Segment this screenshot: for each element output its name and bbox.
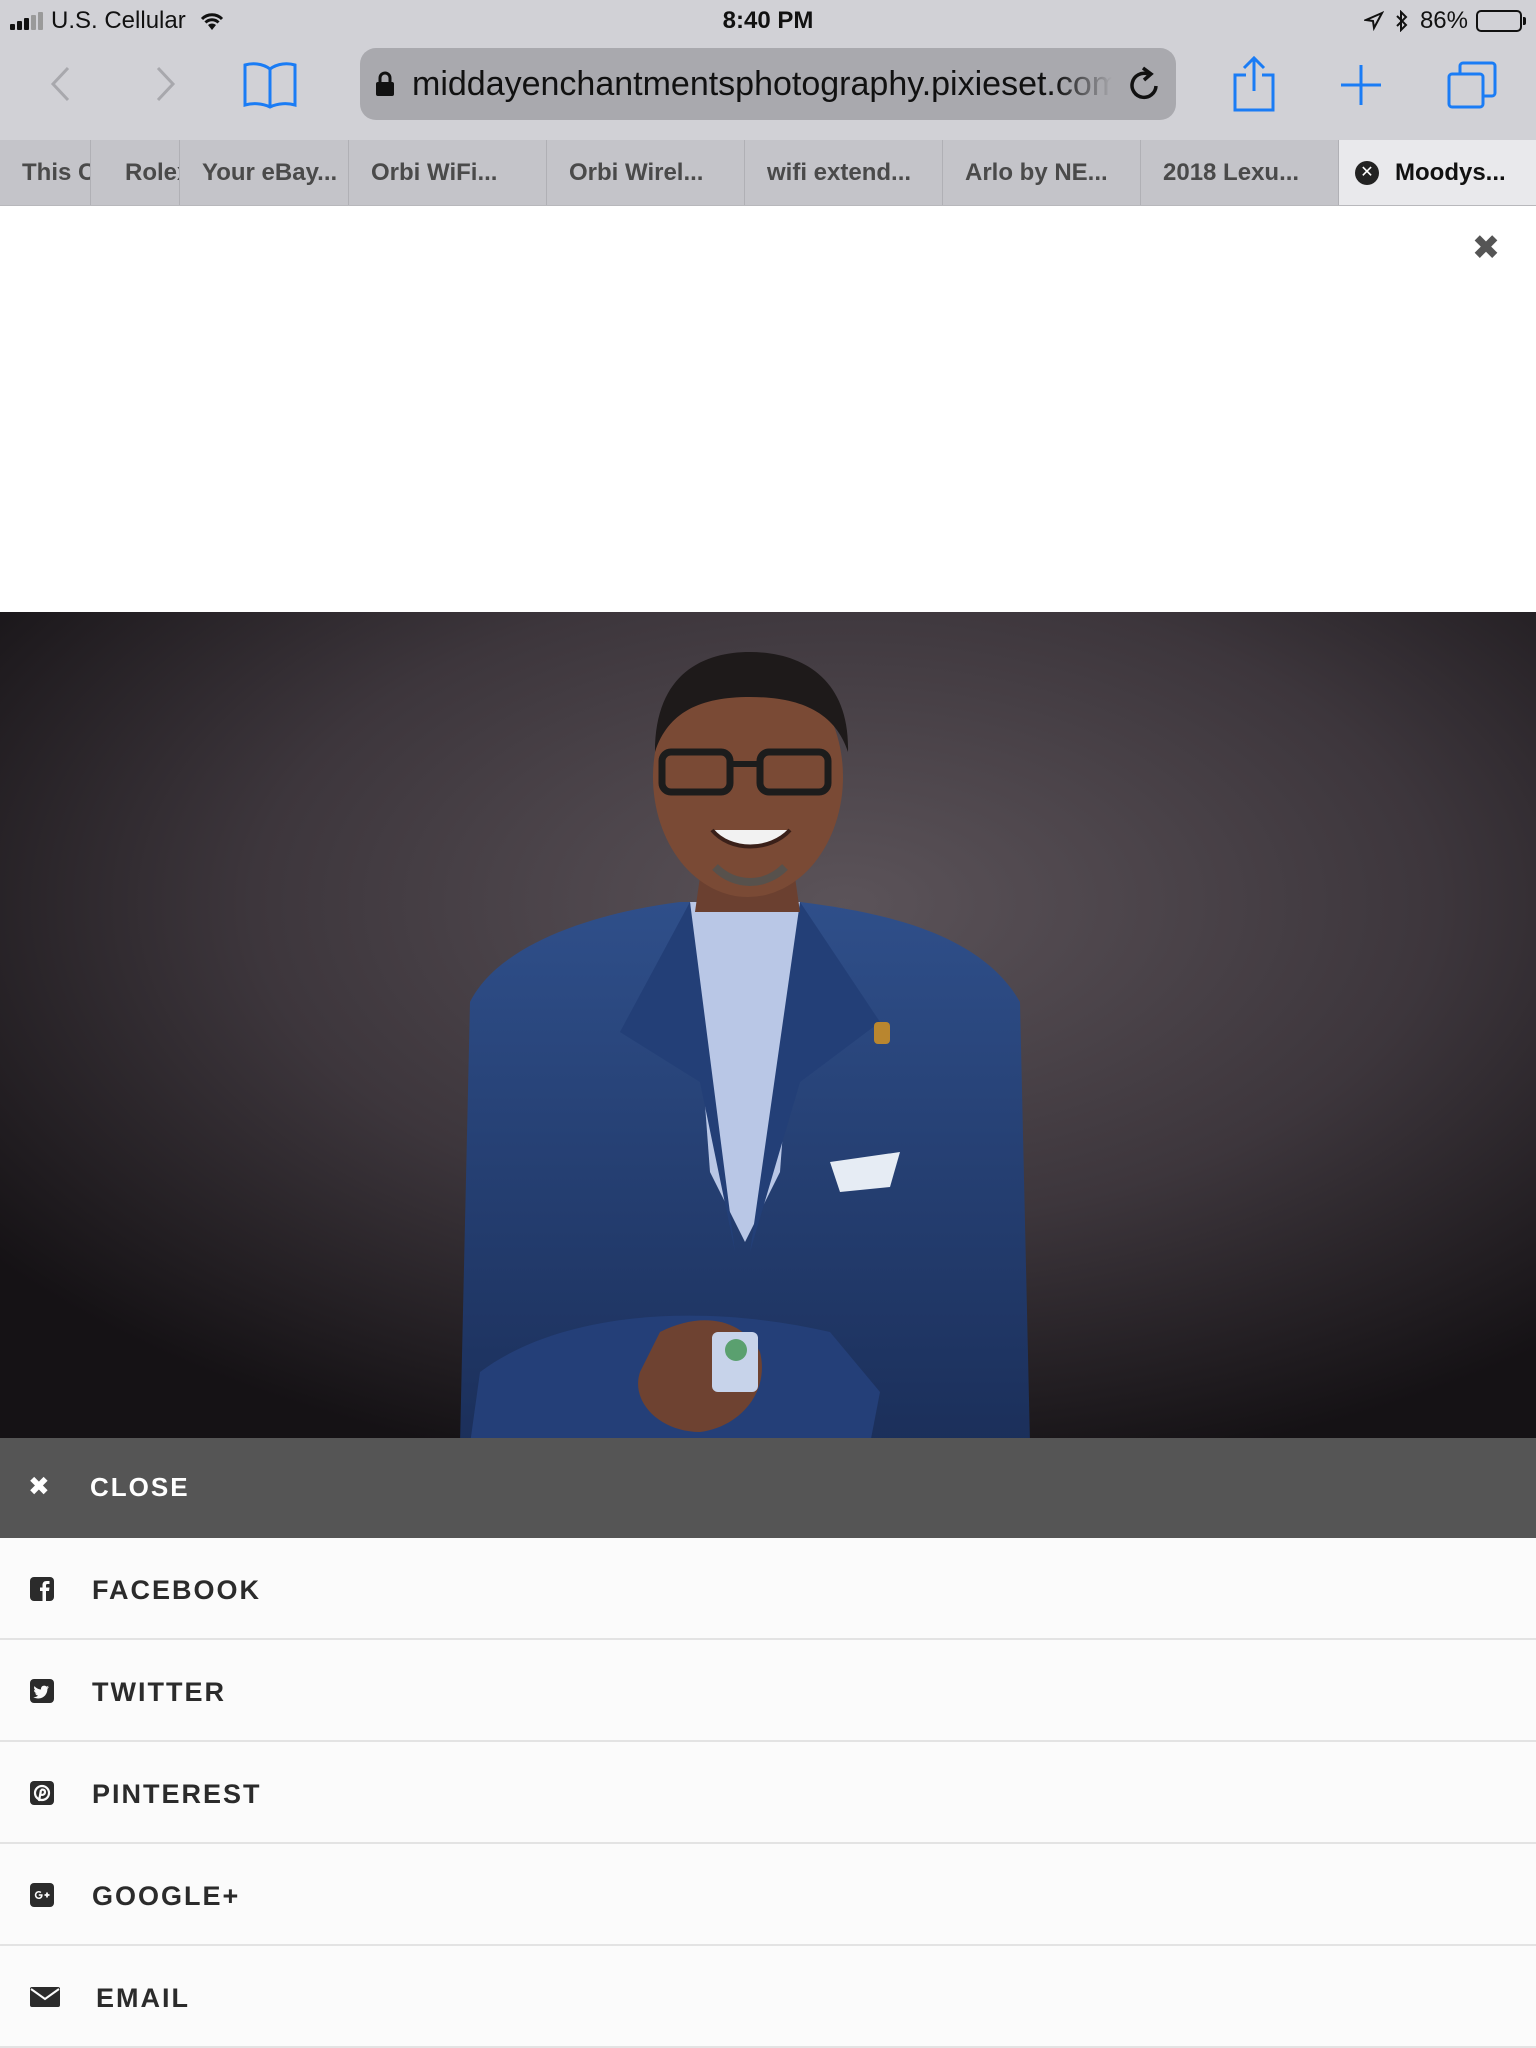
- book-icon: [243, 62, 297, 109]
- tab-item[interactable]: wifi extend...: [745, 140, 943, 205]
- tab-item-active[interactable]: ✕ Moodys...: [1339, 140, 1536, 205]
- tab-item[interactable]: Orbi WiFi...: [349, 140, 547, 205]
- tab-item[interactable]: Orbi Wirel...: [547, 140, 745, 205]
- location-arrow-icon: [1363, 11, 1384, 31]
- bookmarks-button[interactable]: [238, 58, 302, 112]
- share-pinterest-button[interactable]: PINTEREST: [0, 1742, 1536, 1844]
- google-plus-icon: [30, 1883, 54, 1907]
- browser-chrome: U.S. Cellular 8:40 PM 86% middayenchantm…: [0, 0, 1536, 205]
- battery-percent: 86%: [1419, 7, 1468, 34]
- chevron-left-icon: [50, 66, 70, 102]
- gallery-photo[interactable]: [0, 612, 1536, 1444]
- lightbox-page: ✖ ✖ CLOSE FACEBOOK TWITTER PINTEREST GOO…: [0, 206, 1536, 2048]
- status-bar: U.S. Cellular 8:40 PM 86%: [0, 0, 1536, 40]
- tab-item[interactable]: Rolex: [91, 140, 180, 205]
- share-facebook-button[interactable]: FACEBOOK: [0, 1538, 1536, 1640]
- share-close-button[interactable]: ✖ CLOSE: [0, 1438, 1536, 1538]
- lightbox-close-icon[interactable]: ✖: [1470, 231, 1502, 265]
- clock: 8:40 PM: [722, 7, 814, 34]
- close-tab-icon[interactable]: ✕: [1355, 161, 1379, 185]
- share-email-button[interactable]: EMAIL: [0, 1946, 1536, 2048]
- battery-icon: [1476, 10, 1526, 32]
- status-right: 86%: [1363, 7, 1526, 35]
- plus-icon: [1341, 65, 1381, 105]
- share-icon: [1233, 55, 1275, 112]
- twitter-icon: [30, 1679, 54, 1703]
- share-panel: ✖ CLOSE FACEBOOK TWITTER PINTEREST GOOGL…: [0, 1438, 1536, 2048]
- portrait-illustration: [0, 612, 1536, 1444]
- email-icon: [30, 1987, 60, 2007]
- tabs-overview-button[interactable]: [1444, 58, 1500, 112]
- share-button[interactable]: [1228, 52, 1280, 116]
- reload-icon[interactable]: [1126, 64, 1162, 104]
- lock-icon: [376, 71, 394, 96]
- share-item-label: EMAIL: [96, 1983, 190, 2013]
- back-button[interactable]: [40, 62, 80, 106]
- share-google-plus-button[interactable]: GOOGLE+: [0, 1844, 1536, 1946]
- tab-item[interactable]: This C: [0, 140, 91, 205]
- chevron-right-icon: [156, 66, 176, 102]
- tab-bar: This C Rolex Your eBay... Orbi WiFi... O…: [0, 140, 1536, 205]
- new-tab-button[interactable]: [1336, 60, 1386, 110]
- facebook-icon: [30, 1577, 54, 1601]
- tab-item[interactable]: Your eBay...: [180, 140, 349, 205]
- share-item-label: FACEBOOK: [92, 1575, 262, 1605]
- bluetooth-icon: [1396, 10, 1408, 32]
- browser-toolbar: middayenchantmentsphotography.pixieset.c…: [0, 40, 1536, 140]
- tab-item[interactable]: Arlo by NE...: [943, 140, 1141, 205]
- share-item-label: TWITTER: [92, 1677, 226, 1707]
- close-icon: ✖: [28, 1471, 50, 1501]
- tabs-icon: [1447, 61, 1497, 109]
- share-item-label: GOOGLE+: [92, 1881, 241, 1911]
- share-twitter-button[interactable]: TWITTER: [0, 1640, 1536, 1742]
- address-bar[interactable]: middayenchantmentsphotography.pixieset.c…: [360, 48, 1176, 120]
- tab-item[interactable]: 2018 Lexu...: [1141, 140, 1339, 205]
- share-close-label: CLOSE: [90, 1472, 190, 1502]
- pinterest-icon: [30, 1781, 54, 1805]
- share-item-label: PINTEREST: [92, 1779, 262, 1809]
- forward-button[interactable]: [146, 62, 186, 106]
- url-text: middayenchantmentsphotography.pixieset.c…: [412, 65, 1112, 103]
